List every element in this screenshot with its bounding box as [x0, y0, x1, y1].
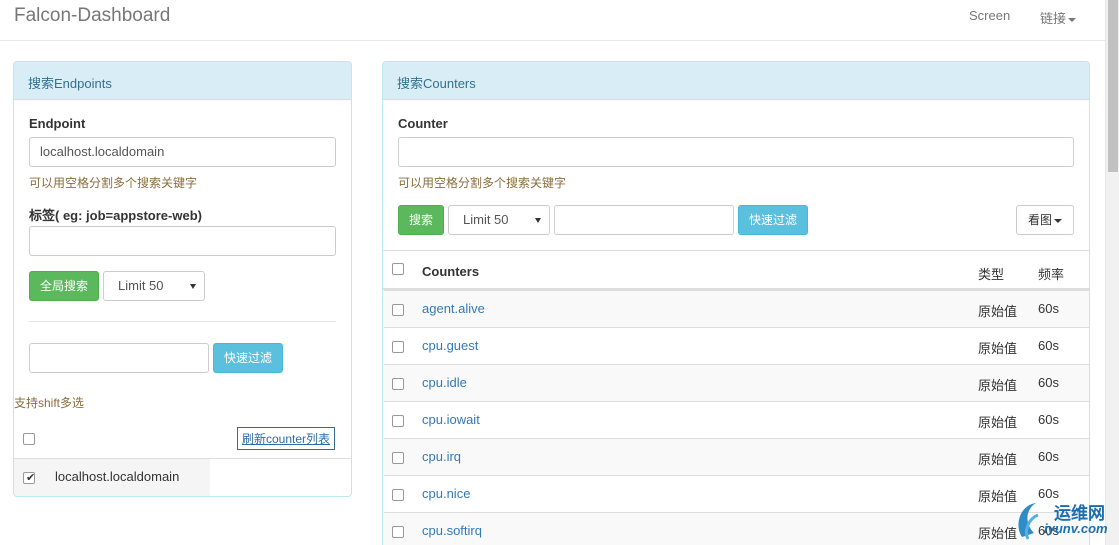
counter-type: 原始值 [978, 415, 1018, 430]
caret-down-icon [1054, 218, 1062, 223]
counter-freq: 60s [1038, 449, 1059, 464]
watermark-logo: 运维网 iyunv.com [1014, 497, 1114, 543]
counter-type: 原始值 [978, 452, 1018, 467]
row-checkbox[interactable] [392, 526, 404, 538]
counter-type: 原始值 [978, 341, 1018, 356]
endpoints-divider [29, 321, 336, 322]
global-search-button[interactable]: 全局搜索 [29, 271, 99, 301]
counters-panel: 搜索Counters Counter 可以用空格分割多个搜索关键字 搜索 Lim… [382, 61, 1090, 545]
nav-link-screen[interactable]: Screen [969, 8, 1010, 23]
counter-input[interactable] [398, 137, 1074, 167]
counter-name[interactable]: cpu.iowait [422, 412, 480, 427]
tag-input[interactable] [29, 226, 336, 256]
list-item[interactable]: ✔ localhost.localdomain [14, 459, 210, 496]
endpoint-limit-value: Limit 50 [118, 278, 164, 293]
watermark-text-en: iyunv.com [1044, 521, 1108, 536]
chevron-down-icon [535, 218, 541, 223]
table-row[interactable]: agent.alive 原始值 60s [384, 290, 1089, 327]
counter-type: 原始值 [978, 378, 1018, 393]
counter-type: 原始值 [978, 526, 1018, 541]
counter-name[interactable]: agent.alive [422, 301, 485, 316]
counter-freq: 60s [1038, 338, 1059, 353]
counters-panel-heading: 搜索Counters [383, 62, 1089, 100]
counter-name[interactable]: cpu.idle [422, 375, 467, 390]
row-checkbox[interactable] [392, 452, 404, 464]
select-all-endpoints-checkbox[interactable] [23, 433, 35, 445]
row-checkbox[interactable] [392, 378, 404, 390]
endpoint-help-text: 可以用空格分割多个搜索关键字 [29, 176, 198, 190]
counter-search-button[interactable]: 搜索 [398, 205, 444, 235]
counter-freq: 60s [1038, 412, 1059, 427]
tag-label: 标签( eg: job=appstore-web) [29, 208, 202, 223]
page-scrollbar[interactable] [1105, 0, 1119, 545]
endpoint-checkbox[interactable]: ✔ [23, 472, 35, 484]
endpoint-name: localhost.localdomain [55, 469, 180, 484]
counter-filter-input[interactable] [554, 205, 734, 235]
counter-type: 原始值 [978, 304, 1018, 319]
view-graph-label: 看图 [1027, 213, 1052, 227]
counter-limit-select[interactable]: Limit 50 [448, 205, 550, 235]
counter-name[interactable]: cpu.softirq [422, 523, 482, 538]
row-checkbox[interactable] [392, 489, 404, 501]
counter-quick-filter-button[interactable]: 快速过滤 [738, 205, 808, 235]
view-graph-button[interactable]: 看图 [1016, 205, 1074, 235]
table-row[interactable]: cpu.idle 原始值 60s [384, 364, 1089, 401]
table-row[interactable]: cpu.iowait 原始值 60s [384, 401, 1089, 438]
counter-name[interactable]: cpu.guest [422, 338, 478, 353]
top-navbar: Falcon-Dashboard Screen 链接 [0, 0, 1105, 41]
counter-type: 原始值 [978, 489, 1018, 504]
brand-title[interactable]: Falcon-Dashboard [14, 5, 170, 27]
endpoints-panel: 搜索Endpoints Endpoint localhost.localdoma… [13, 61, 352, 497]
nav-dropdown-links-label: 链接 [1040, 11, 1067, 26]
counter-freq: 60s [1038, 375, 1059, 390]
table-row[interactable]: cpu.softirq 原始值 60s [384, 512, 1089, 545]
table-row[interactable]: cpu.irq 原始值 60s [384, 438, 1089, 475]
table-row[interactable]: cpu.guest 原始值 60s [384, 327, 1089, 364]
column-header-type: 类型 [978, 267, 1005, 282]
counter-name[interactable]: cpu.nice [422, 486, 470, 501]
counter-name[interactable]: cpu.irq [422, 449, 461, 464]
counter-help-text: 可以用空格分割多个搜索关键字 [398, 176, 567, 190]
row-checkbox[interactable] [392, 341, 404, 353]
column-header-counters: Counters [422, 264, 480, 279]
endpoint-filter-input[interactable] [29, 343, 209, 373]
refresh-counter-list-button[interactable]: 刷新counter列表 [237, 427, 336, 450]
shift-multiselect-help: 支持shift多选 [14, 396, 85, 410]
endpoint-limit-select[interactable]: Limit 50 [103, 271, 205, 301]
row-checkbox[interactable] [392, 304, 404, 316]
endpoint-label: Endpoint [29, 116, 86, 131]
check-icon: ✔ [26, 472, 36, 484]
chevron-down-icon [190, 284, 196, 289]
column-header-freq: 频率 [1038, 267, 1065, 282]
endpoints-panel-heading: 搜索Endpoints [14, 62, 351, 100]
counter-freq: 60s [1038, 301, 1059, 316]
row-checkbox[interactable] [392, 415, 404, 427]
caret-down-icon [1068, 17, 1077, 22]
endpoint-quick-filter-button[interactable]: 快速过滤 [213, 343, 283, 373]
select-all-counters-checkbox[interactable] [392, 263, 404, 275]
counter-label: Counter [398, 116, 448, 131]
endpoint-input[interactable]: localhost.localdomain [29, 137, 336, 167]
counters-table-top-border [383, 250, 1089, 251]
nav-dropdown-links[interactable]: 链接 [1040, 8, 1077, 27]
counter-limit-value: Limit 50 [463, 212, 509, 227]
table-row[interactable]: cpu.nice 原始值 60s [384, 475, 1089, 512]
scrollbar-thumb[interactable] [1108, 0, 1118, 172]
